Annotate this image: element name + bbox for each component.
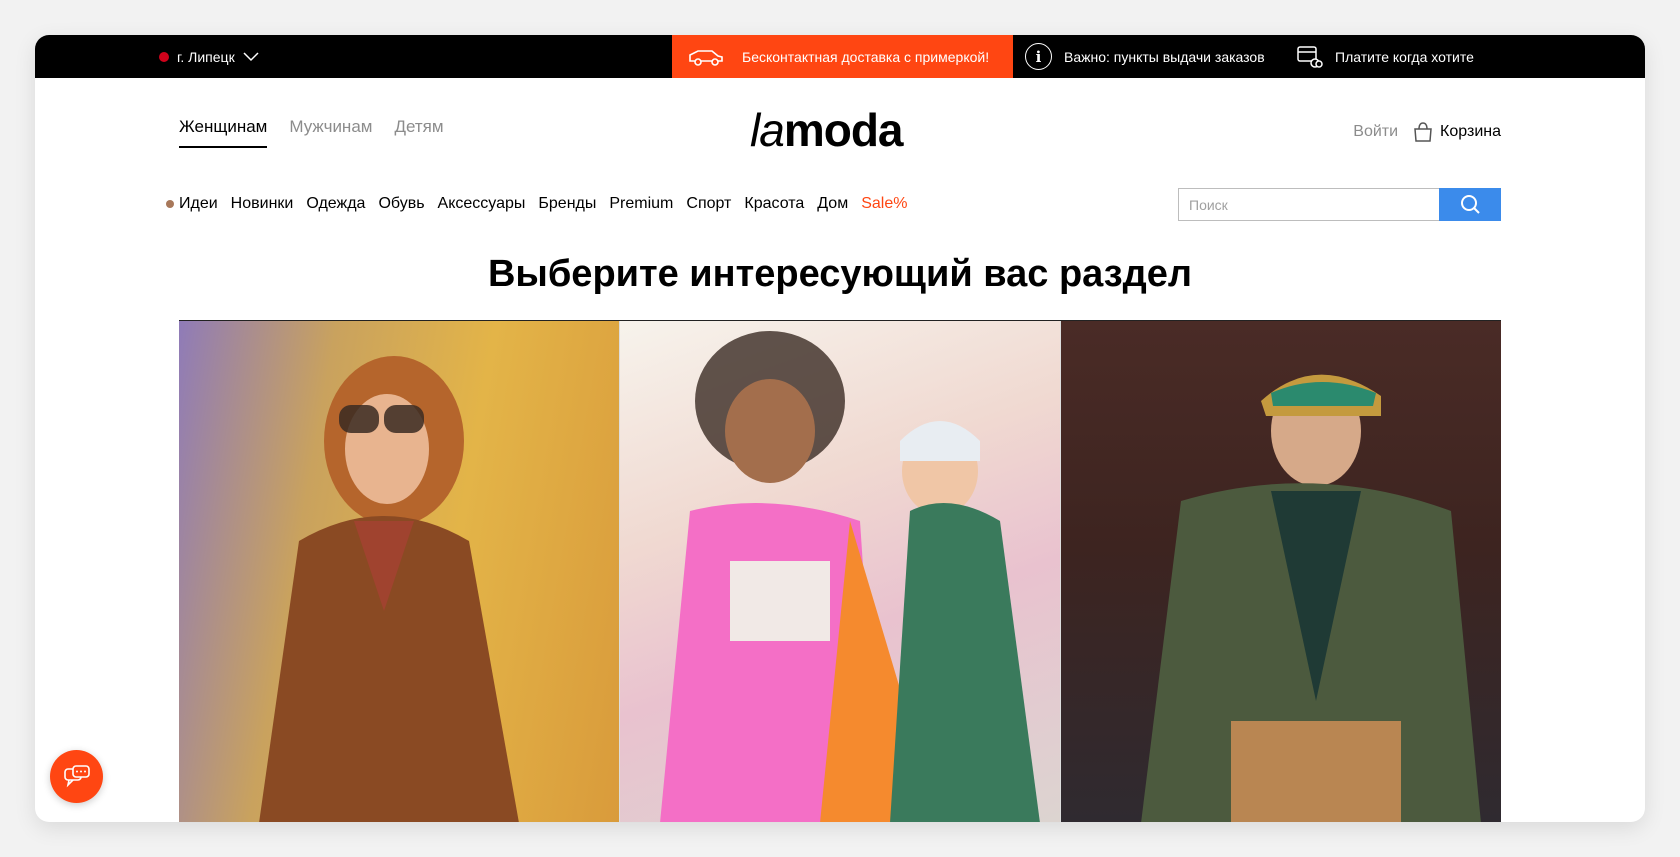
card-women[interactable]: [179, 321, 619, 822]
tab-men[interactable]: Мужчинам: [289, 117, 372, 148]
pay-later-info[interactable]: Платите когда хотите: [1297, 35, 1474, 78]
nav-item-home[interactable]: Дом: [817, 195, 848, 213]
nav-item-premium[interactable]: Premium: [609, 195, 673, 213]
men-photo-figure: [1141, 374, 1481, 822]
category-cards: [179, 320, 1501, 822]
nav-item-brands[interactable]: Бренды: [538, 195, 596, 213]
pay-text: Платите когда хотите: [1335, 48, 1474, 65]
notice-text: Важно: пункты выдачи заказов: [1064, 48, 1265, 65]
tab-kids[interactable]: Детям: [394, 117, 443, 148]
card-kids[interactable]: [620, 321, 1060, 822]
city-label: г. Липецк: [177, 48, 235, 65]
category-nav: Идеи Новинки Одежда Обувь Аксессуары Бре…: [166, 195, 907, 213]
info-icon: i: [1025, 43, 1052, 70]
nav-item-accessories[interactable]: Аксессуары: [438, 195, 526, 213]
search-box: [1178, 188, 1501, 221]
logo-part-moda: moda: [783, 104, 904, 156]
account-area: Войти Корзина: [1353, 121, 1501, 143]
kids-photo-figure: [660, 331, 1040, 822]
page-title: Выберите интересующий вас раздел: [487, 253, 1193, 295]
chat-icon: [63, 764, 90, 787]
chat-button[interactable]: [50, 750, 103, 803]
wallet-icon: [1297, 45, 1323, 68]
chevron-down-icon: [243, 51, 259, 61]
pickup-points-notice[interactable]: i Важно: пункты выдачи заказов: [1025, 35, 1265, 78]
nav-item-shoes[interactable]: Обувь: [378, 195, 424, 213]
promo-delivery-banner[interactable]: Бесконтактная доставка с примеркой!: [672, 35, 1013, 78]
search-input[interactable]: [1178, 188, 1439, 221]
nav-item-ideas[interactable]: Идеи: [179, 195, 218, 213]
nav-item-beauty[interactable]: Красота: [744, 195, 804, 213]
search-icon: [1461, 194, 1480, 214]
card-men[interactable]: [1061, 321, 1501, 822]
browser-page: г. Липецк Бесконтактная доставка с приме…: [35, 35, 1645, 822]
logo-part-la: la: [750, 104, 785, 156]
tab-women[interactable]: Женщинам: [179, 117, 268, 148]
cart-label: Корзина: [1440, 123, 1501, 140]
ideas-bullet-icon: [166, 200, 174, 208]
delivery-car-icon: [689, 49, 723, 66]
nav-item-sport[interactable]: Спорт: [686, 195, 731, 213]
nav-item-sale[interactable]: Sale%: [861, 195, 907, 213]
search-button[interactable]: [1439, 188, 1501, 221]
top-bar: г. Липецк Бесконтактная доставка с приме…: [35, 35, 1645, 78]
login-link[interactable]: Войти: [1353, 123, 1398, 141]
location-dot-icon: [159, 51, 169, 62]
gender-tabs: Женщинам Мужчинам Детям: [179, 117, 444, 148]
lamoda-logo[interactable]: lamoda: [750, 103, 903, 157]
women-photo-figure: [259, 356, 519, 822]
cart-bag-icon: [1414, 122, 1432, 142]
nav-item-new[interactable]: Новинки: [231, 195, 294, 213]
promo-text: Бесконтактная доставка с примеркой!: [742, 48, 990, 65]
nav-item-clothes[interactable]: Одежда: [306, 195, 365, 213]
cart-link[interactable]: Корзина: [1412, 121, 1501, 143]
city-selector[interactable]: г. Липецк: [159, 35, 259, 78]
